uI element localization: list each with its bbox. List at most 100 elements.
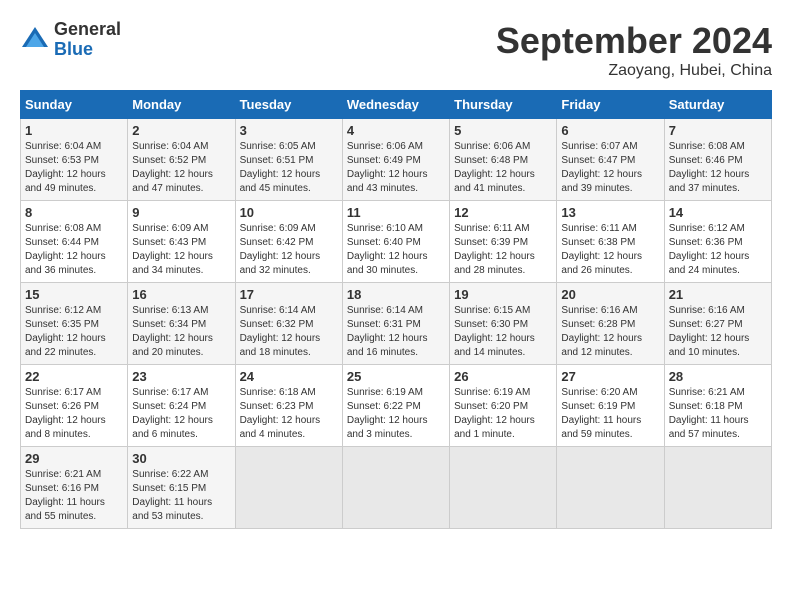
week-row: 29 Sunrise: 6:21 AMSunset: 6:16 PMDaylig… <box>21 447 772 529</box>
location: Zaoyang, Hubei, China <box>496 62 772 80</box>
day-info: Sunrise: 6:04 AMSunset: 6:53 PMDaylight:… <box>25 140 123 196</box>
day-number: 10 <box>240 205 338 220</box>
day-info: Sunrise: 6:11 AMSunset: 6:39 PMDaylight:… <box>454 222 552 278</box>
calendar-cell: 14 Sunrise: 6:12 AMSunset: 6:36 PMDaylig… <box>664 201 771 283</box>
day-info: Sunrise: 6:13 AMSunset: 6:34 PMDaylight:… <box>132 304 230 360</box>
col-header-tuesday: Tuesday <box>235 91 342 119</box>
day-info: Sunrise: 6:14 AMSunset: 6:32 PMDaylight:… <box>240 304 338 360</box>
day-number: 11 <box>347 205 445 220</box>
day-number: 28 <box>669 369 767 384</box>
day-number: 14 <box>669 205 767 220</box>
day-info: Sunrise: 6:16 AMSunset: 6:28 PMDaylight:… <box>561 304 659 360</box>
day-info: Sunrise: 6:05 AMSunset: 6:51 PMDaylight:… <box>240 140 338 196</box>
day-number: 22 <box>25 369 123 384</box>
week-row: 1 Sunrise: 6:04 AMSunset: 6:53 PMDayligh… <box>21 119 772 201</box>
day-info: Sunrise: 6:12 AMSunset: 6:35 PMDaylight:… <box>25 304 123 360</box>
calendar-cell: 22 Sunrise: 6:17 AMSunset: 6:26 PMDaylig… <box>21 365 128 447</box>
calendar-cell: 11 Sunrise: 6:10 AMSunset: 6:40 PMDaylig… <box>342 201 449 283</box>
day-number: 8 <box>25 205 123 220</box>
calendar-cell <box>450 447 557 529</box>
day-info: Sunrise: 6:17 AMSunset: 6:24 PMDaylight:… <box>132 386 230 442</box>
day-info: Sunrise: 6:08 AMSunset: 6:44 PMDaylight:… <box>25 222 123 278</box>
day-number: 5 <box>454 123 552 138</box>
day-number: 12 <box>454 205 552 220</box>
day-info: Sunrise: 6:22 AMSunset: 6:15 PMDaylight:… <box>132 468 230 524</box>
calendar-cell: 24 Sunrise: 6:18 AMSunset: 6:23 PMDaylig… <box>235 365 342 447</box>
calendar-cell: 16 Sunrise: 6:13 AMSunset: 6:34 PMDaylig… <box>128 283 235 365</box>
day-info: Sunrise: 6:10 AMSunset: 6:40 PMDaylight:… <box>347 222 445 278</box>
col-header-monday: Monday <box>128 91 235 119</box>
calendar-body: 1 Sunrise: 6:04 AMSunset: 6:53 PMDayligh… <box>21 119 772 529</box>
day-info: Sunrise: 6:12 AMSunset: 6:36 PMDaylight:… <box>669 222 767 278</box>
title-block: September 2024 Zaoyang, Hubei, China <box>496 20 772 80</box>
logo: General Blue <box>20 20 121 60</box>
day-number: 15 <box>25 287 123 302</box>
day-info: Sunrise: 6:17 AMSunset: 6:26 PMDaylight:… <box>25 386 123 442</box>
calendar-cell: 23 Sunrise: 6:17 AMSunset: 6:24 PMDaylig… <box>128 365 235 447</box>
day-info: Sunrise: 6:19 AMSunset: 6:20 PMDaylight:… <box>454 386 552 442</box>
day-info: Sunrise: 6:07 AMSunset: 6:47 PMDaylight:… <box>561 140 659 196</box>
day-info: Sunrise: 6:08 AMSunset: 6:46 PMDaylight:… <box>669 140 767 196</box>
col-header-wednesday: Wednesday <box>342 91 449 119</box>
calendar-cell: 5 Sunrise: 6:06 AMSunset: 6:48 PMDayligh… <box>450 119 557 201</box>
day-info: Sunrise: 6:18 AMSunset: 6:23 PMDaylight:… <box>240 386 338 442</box>
day-number: 7 <box>669 123 767 138</box>
calendar-cell: 4 Sunrise: 6:06 AMSunset: 6:49 PMDayligh… <box>342 119 449 201</box>
week-row: 22 Sunrise: 6:17 AMSunset: 6:26 PMDaylig… <box>21 365 772 447</box>
day-number: 23 <box>132 369 230 384</box>
calendar-cell <box>664 447 771 529</box>
day-info: Sunrise: 6:09 AMSunset: 6:43 PMDaylight:… <box>132 222 230 278</box>
calendar-cell: 21 Sunrise: 6:16 AMSunset: 6:27 PMDaylig… <box>664 283 771 365</box>
day-info: Sunrise: 6:21 AMSunset: 6:16 PMDaylight:… <box>25 468 123 524</box>
day-info: Sunrise: 6:14 AMSunset: 6:31 PMDaylight:… <box>347 304 445 360</box>
day-number: 27 <box>561 369 659 384</box>
calendar-cell: 28 Sunrise: 6:21 AMSunset: 6:18 PMDaylig… <box>664 365 771 447</box>
day-number: 21 <box>669 287 767 302</box>
calendar-cell: 25 Sunrise: 6:19 AMSunset: 6:22 PMDaylig… <box>342 365 449 447</box>
header-row: SundayMondayTuesdayWednesdayThursdayFrid… <box>21 91 772 119</box>
calendar-cell: 10 Sunrise: 6:09 AMSunset: 6:42 PMDaylig… <box>235 201 342 283</box>
calendar-table: SundayMondayTuesdayWednesdayThursdayFrid… <box>20 90 772 529</box>
logo-general: General <box>54 20 121 40</box>
logo-blue: Blue <box>54 40 121 60</box>
calendar-cell: 6 Sunrise: 6:07 AMSunset: 6:47 PMDayligh… <box>557 119 664 201</box>
day-number: 19 <box>454 287 552 302</box>
day-number: 4 <box>347 123 445 138</box>
calendar-cell: 9 Sunrise: 6:09 AMSunset: 6:43 PMDayligh… <box>128 201 235 283</box>
day-number: 20 <box>561 287 659 302</box>
day-info: Sunrise: 6:19 AMSunset: 6:22 PMDaylight:… <box>347 386 445 442</box>
day-number: 3 <box>240 123 338 138</box>
calendar-cell: 8 Sunrise: 6:08 AMSunset: 6:44 PMDayligh… <box>21 201 128 283</box>
calendar-cell: 29 Sunrise: 6:21 AMSunset: 6:16 PMDaylig… <box>21 447 128 529</box>
calendar-cell: 13 Sunrise: 6:11 AMSunset: 6:38 PMDaylig… <box>557 201 664 283</box>
calendar-cell <box>557 447 664 529</box>
calendar-cell: 1 Sunrise: 6:04 AMSunset: 6:53 PMDayligh… <box>21 119 128 201</box>
calendar-cell: 15 Sunrise: 6:12 AMSunset: 6:35 PMDaylig… <box>21 283 128 365</box>
col-header-sunday: Sunday <box>21 91 128 119</box>
calendar-cell <box>235 447 342 529</box>
col-header-saturday: Saturday <box>664 91 771 119</box>
day-info: Sunrise: 6:04 AMSunset: 6:52 PMDaylight:… <box>132 140 230 196</box>
calendar-header: SundayMondayTuesdayWednesdayThursdayFrid… <box>21 91 772 119</box>
day-number: 16 <box>132 287 230 302</box>
calendar-cell: 7 Sunrise: 6:08 AMSunset: 6:46 PMDayligh… <box>664 119 771 201</box>
day-info: Sunrise: 6:15 AMSunset: 6:30 PMDaylight:… <box>454 304 552 360</box>
week-row: 8 Sunrise: 6:08 AMSunset: 6:44 PMDayligh… <box>21 201 772 283</box>
day-number: 26 <box>454 369 552 384</box>
day-number: 9 <box>132 205 230 220</box>
week-row: 15 Sunrise: 6:12 AMSunset: 6:35 PMDaylig… <box>21 283 772 365</box>
calendar-cell: 27 Sunrise: 6:20 AMSunset: 6:19 PMDaylig… <box>557 365 664 447</box>
calendar-cell: 2 Sunrise: 6:04 AMSunset: 6:52 PMDayligh… <box>128 119 235 201</box>
day-number: 6 <box>561 123 659 138</box>
calendar-cell: 30 Sunrise: 6:22 AMSunset: 6:15 PMDaylig… <box>128 447 235 529</box>
month-title: September 2024 <box>496 20 772 62</box>
col-header-friday: Friday <box>557 91 664 119</box>
day-number: 17 <box>240 287 338 302</box>
day-number: 13 <box>561 205 659 220</box>
day-number: 30 <box>132 451 230 466</box>
day-number: 29 <box>25 451 123 466</box>
day-info: Sunrise: 6:16 AMSunset: 6:27 PMDaylight:… <box>669 304 767 360</box>
calendar-cell: 26 Sunrise: 6:19 AMSunset: 6:20 PMDaylig… <box>450 365 557 447</box>
day-info: Sunrise: 6:21 AMSunset: 6:18 PMDaylight:… <box>669 386 767 442</box>
calendar-cell: 3 Sunrise: 6:05 AMSunset: 6:51 PMDayligh… <box>235 119 342 201</box>
